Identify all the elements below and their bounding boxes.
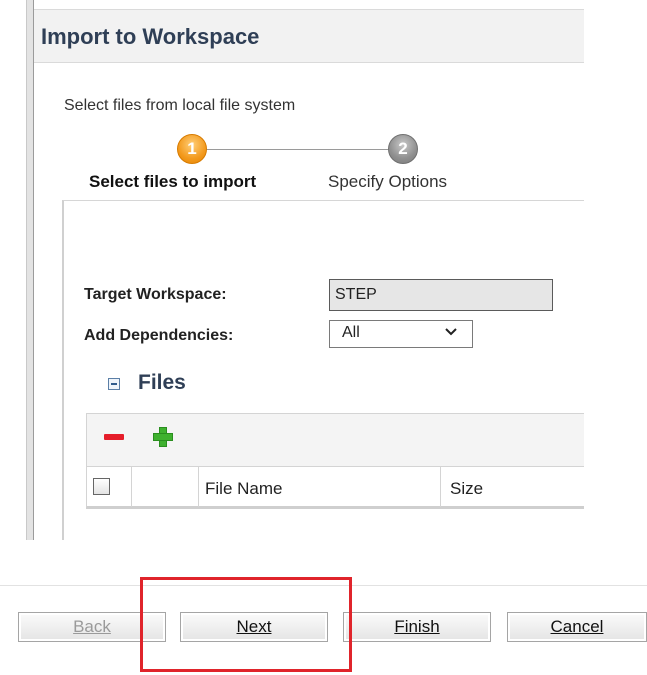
dialog-title: Import to Workspace xyxy=(41,24,260,49)
wizard-step-2-label[interactable]: Specify Options xyxy=(328,172,447,192)
column-divider xyxy=(198,467,199,507)
add-icon[interactable] xyxy=(153,427,173,447)
files-table-header xyxy=(86,467,584,509)
target-workspace-label: Target Workspace: xyxy=(84,286,227,303)
column-header-file-name[interactable]: File Name xyxy=(205,479,282,499)
wizard-step-2-indicator[interactable]: 2 xyxy=(388,134,418,164)
remove-icon[interactable] xyxy=(104,434,124,440)
column-divider xyxy=(440,467,441,507)
dialog-titlebar: Import to Workspace xyxy=(34,9,584,63)
files-section-title: Files xyxy=(138,371,186,394)
wizard-step-1-label[interactable]: Select files to import xyxy=(89,172,256,192)
wizard-step-1-indicator[interactable]: 1 xyxy=(177,134,207,164)
add-dependencies-select[interactable]: All xyxy=(329,320,473,348)
highlight-annotation-box xyxy=(140,577,352,672)
back-button-label: Back xyxy=(73,617,111,636)
finish-button-label: Finish xyxy=(394,617,440,636)
column-divider xyxy=(131,467,132,507)
target-workspace-field[interactable]: STEP xyxy=(329,279,553,311)
chevron-down-icon xyxy=(445,328,457,336)
left-panel-rail xyxy=(26,0,34,540)
add-dependencies-label: Add Dependencies: xyxy=(84,327,234,344)
files-collapse-icon[interactable] xyxy=(108,378,120,390)
cancel-button-label: Cancel xyxy=(550,617,604,636)
add-dependencies-value: All xyxy=(342,324,360,341)
dialog-subtitle: Select files from local file system xyxy=(64,97,296,114)
column-header-size[interactable]: Size xyxy=(450,479,483,499)
cancel-button[interactable]: Cancel xyxy=(507,612,647,642)
finish-button[interactable]: Finish xyxy=(343,612,491,642)
select-all-checkbox[interactable] xyxy=(93,478,110,495)
wizard-progress-line xyxy=(200,149,390,150)
